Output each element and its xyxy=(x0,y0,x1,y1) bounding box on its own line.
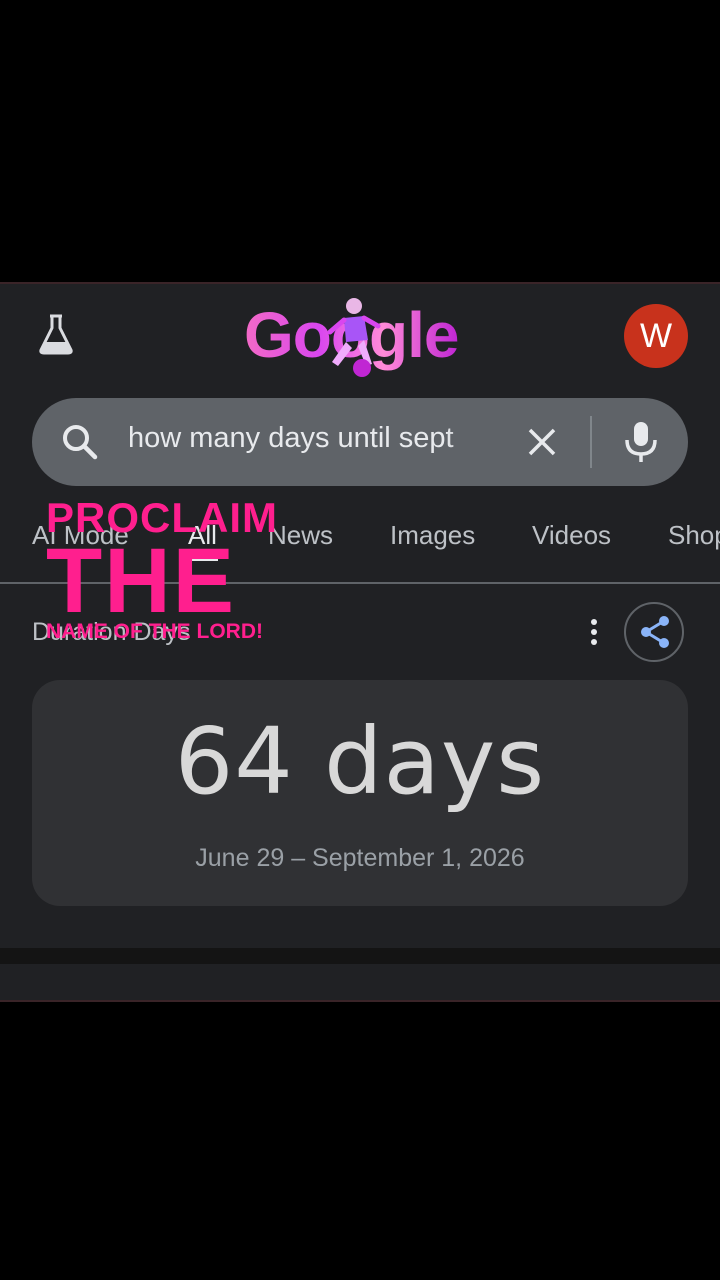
share-button[interactable] xyxy=(624,602,684,662)
tab-shop[interactable]: Shop xyxy=(668,520,720,551)
google-doodle-logo[interactable]: Google xyxy=(230,294,490,384)
flask-icon[interactable] xyxy=(36,312,76,356)
share-icon xyxy=(638,614,672,650)
tab-images[interactable]: Images xyxy=(390,520,475,551)
overlay-text-line3: NAME OF THE LORD! xyxy=(46,620,263,643)
mic-icon[interactable] xyxy=(618,418,664,466)
search-divider xyxy=(590,416,592,468)
result-value: 64 days xyxy=(174,708,546,815)
avatar[interactable]: W xyxy=(624,304,688,368)
search-input[interactable]: how many days until sept xyxy=(128,422,498,455)
more-vert-icon[interactable] xyxy=(584,616,604,648)
result-card: 64 days June 29 – September 1, 2026 xyxy=(32,680,688,906)
doodle-soccer-player-icon xyxy=(322,296,382,380)
search-bar[interactable]: how many days until sept xyxy=(32,398,688,486)
close-icon[interactable] xyxy=(522,422,562,462)
overlay-text-line2: THE xyxy=(46,530,236,632)
bottom-band xyxy=(0,948,720,964)
search-icon[interactable] xyxy=(58,420,102,464)
result-date-range: June 29 – September 1, 2026 xyxy=(195,844,525,872)
tab-videos[interactable]: Videos xyxy=(532,520,611,551)
